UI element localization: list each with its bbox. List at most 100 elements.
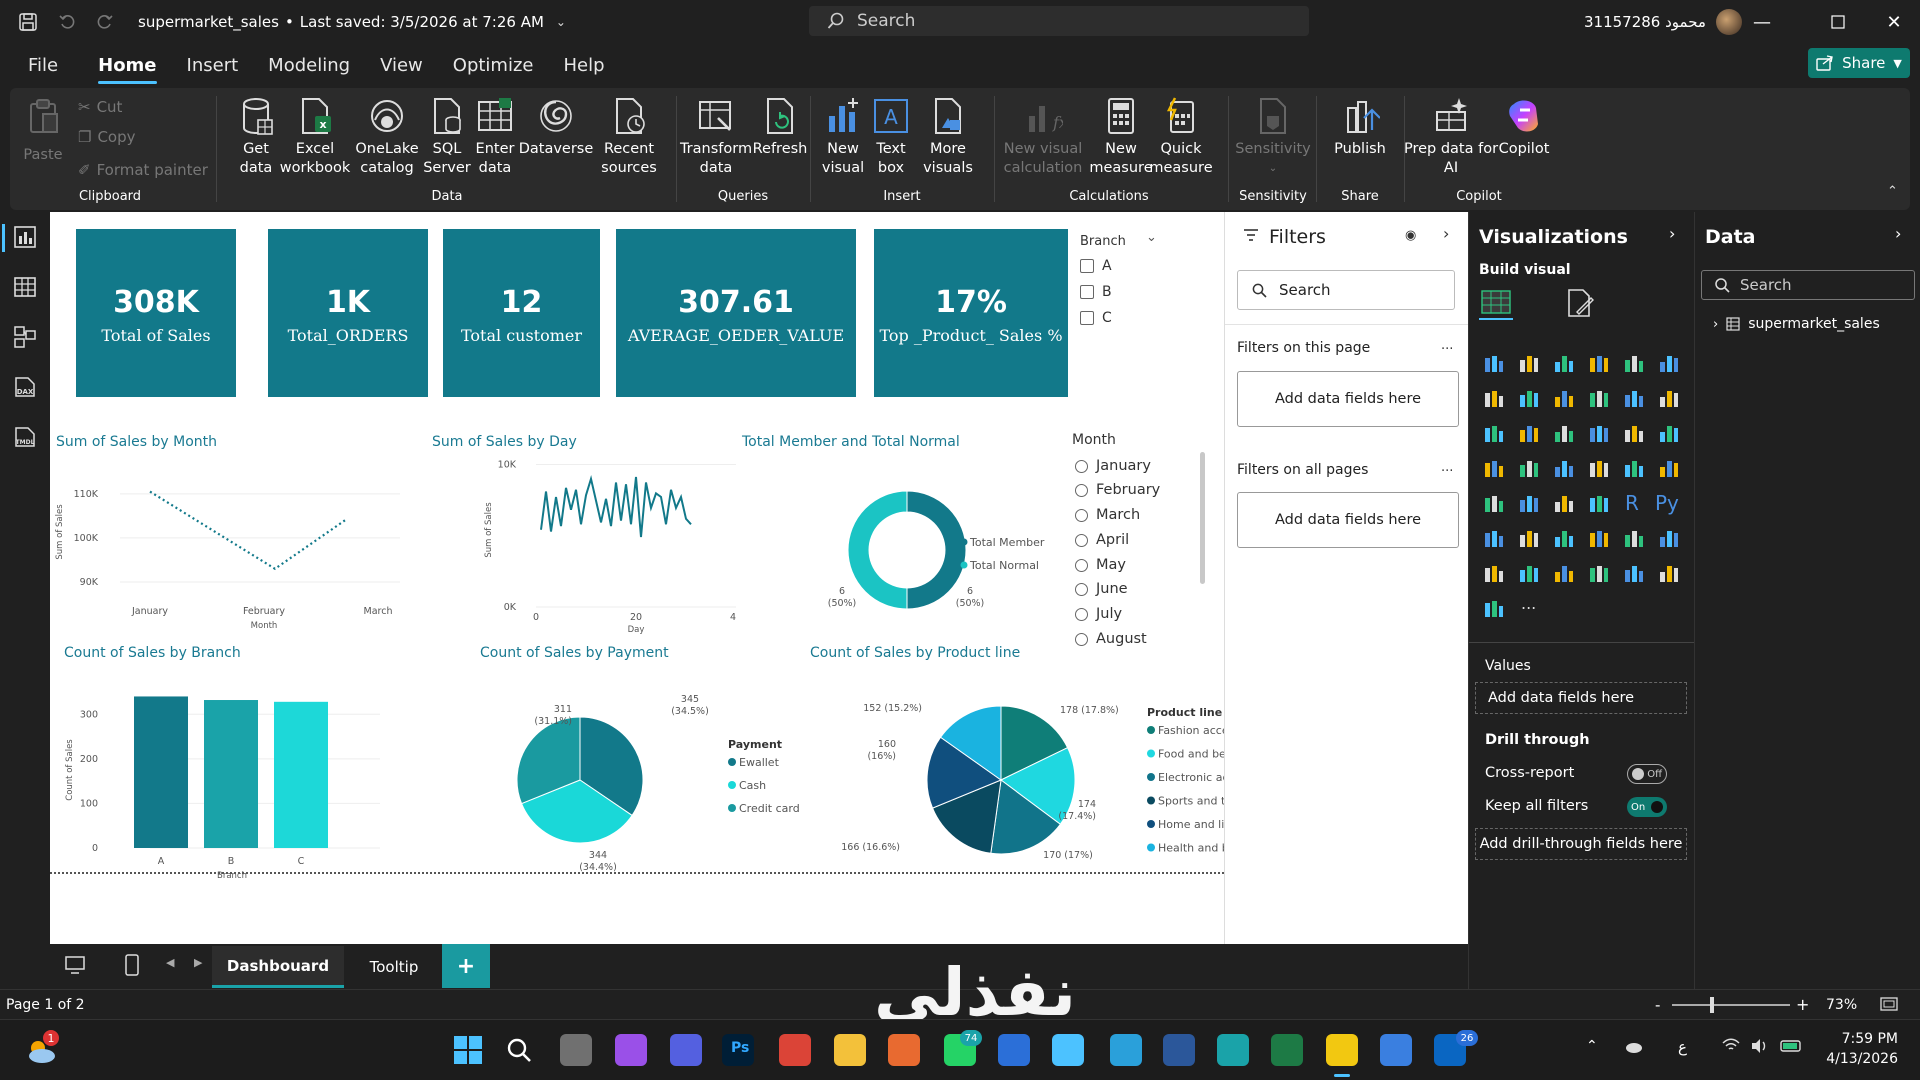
viz-scatter-icon[interactable]: [1588, 422, 1610, 444]
sensitivity-button[interactable]: Sensitivity ⌄: [1235, 96, 1311, 178]
viz-narrative-icon[interactable]: [1588, 527, 1610, 549]
add-page-button[interactable]: +: [442, 944, 490, 988]
keep-filters-toggle[interactable]: On: [1627, 797, 1667, 817]
menu-view[interactable]: View: [380, 47, 423, 84]
chrome-icon[interactable]: [779, 1034, 811, 1066]
viz-python-visual[interactable]: Py: [1655, 491, 1679, 515]
new-measure-button[interactable]: New measure: [1089, 96, 1153, 178]
enter-data-button[interactable]: Enter data: [470, 96, 520, 178]
azure-data-studio-icon[interactable]: [998, 1034, 1030, 1066]
dax-query-view-icon[interactable]: DAX: [12, 374, 38, 400]
viz-paginated-icon[interactable]: [1658, 527, 1680, 549]
filters-page-drop-zone[interactable]: Add data fields here: [1237, 371, 1459, 427]
publish-button[interactable]: Publish: [1324, 96, 1396, 159]
viz-arcgis-icon[interactable]: [1553, 562, 1575, 584]
menu-help[interactable]: Help: [564, 47, 605, 84]
viz-qna-icon[interactable]: [1553, 527, 1575, 549]
chevron-right-icon[interactable]: ›: [1713, 317, 1718, 332]
chart-sales-by-day[interactable]: 10K 0K 0 20 40 Day Sum of Sales: [426, 452, 736, 640]
viz-ribbon-chart-icon[interactable]: [1483, 422, 1505, 444]
viz-gauge-icon[interactable]: [1623, 457, 1645, 479]
collapse-data-icon[interactable]: ›: [1895, 224, 1901, 243]
maximize-icon[interactable]: [1810, 0, 1866, 44]
filters-all-drop-zone[interactable]: Add data fields here: [1237, 492, 1459, 548]
month-option-august[interactable]: August: [1075, 631, 1147, 647]
calculator-icon[interactable]: [560, 1034, 592, 1066]
viz-decomposition-tree-icon[interactable]: [1518, 527, 1540, 549]
viz-line-chart-icon[interactable]: [1483, 387, 1505, 409]
viz-funnel-icon[interactable]: [1553, 422, 1575, 444]
kpi-card-total-orders[interactable]: 1K Total_ORDERS: [268, 229, 428, 397]
dataverse-button[interactable]: Dataverse: [518, 96, 594, 159]
recent-sources-button[interactable]: Recent sources: [596, 96, 662, 178]
table-item[interactable]: › supermarket_sales: [1713, 316, 1880, 332]
photoshop-icon[interactable]: [722, 1034, 754, 1066]
microsoft-store-icon[interactable]: [1052, 1034, 1084, 1066]
more-options-icon[interactable]: ...: [1441, 460, 1453, 475]
viz-power-apps-icon[interactable]: [1483, 562, 1505, 584]
viz-waterfall-icon[interactable]: [1518, 422, 1540, 444]
viz-line-clustered-column-icon[interactable]: [1658, 387, 1680, 409]
viz-stacked-column-icon[interactable]: [1518, 352, 1540, 374]
next-page-icon[interactable]: ▶: [194, 956, 202, 969]
month-option-march[interactable]: March: [1075, 507, 1140, 523]
cloud-sync-icon[interactable]: [1624, 1038, 1644, 1054]
input-language[interactable]: ع: [1678, 1038, 1687, 1056]
excel-workbook-button[interactable]: x Excel workbook: [280, 96, 350, 178]
kpi-card-average-order-value[interactable]: 307.61 AVERAGE_OEDER_VALUE: [616, 229, 856, 397]
month-option-may[interactable]: May: [1075, 557, 1126, 573]
viz-donut-icon[interactable]: [1658, 422, 1680, 444]
radio-button[interactable]: [1075, 607, 1088, 621]
kpi-card-total-sales[interactable]: 308K Total of Sales: [76, 229, 236, 397]
get-data-button[interactable]: Get data: [228, 96, 284, 178]
viz-card-new-icon[interactable]: [1658, 457, 1680, 479]
zoom-slider-thumb[interactable]: [1710, 997, 1714, 1013]
copy-button[interactable]: ❐ Copy: [78, 128, 136, 146]
new-visual-button[interactable]: New visual: [818, 96, 868, 178]
viz-matrix-icon[interactable]: [1588, 492, 1610, 514]
viz-clustered-bar-icon[interactable]: [1553, 352, 1575, 374]
eye-icon[interactable]: ◉: [1405, 228, 1416, 243]
build-visual-tab[interactable]: [1479, 286, 1513, 320]
menu-modeling[interactable]: Modeling: [268, 47, 350, 84]
zoom-level[interactable]: 73%: [1826, 997, 1857, 1013]
viz-table-icon[interactable]: [1553, 492, 1575, 514]
viz-power-automate-flow-icon[interactable]: [1483, 597, 1505, 619]
refresh-button[interactable]: Refresh: [752, 96, 808, 159]
cross-report-toggle[interactable]: Off: [1627, 764, 1667, 784]
viz-stacked-bar-icon[interactable]: [1483, 352, 1505, 374]
radio-button[interactable]: [1075, 632, 1088, 646]
edge-icon[interactable]: [1217, 1034, 1249, 1066]
checkbox[interactable]: [1080, 285, 1094, 299]
tab-dashbouard[interactable]: Dashbouard: [212, 946, 344, 988]
checkbox[interactable]: [1080, 311, 1094, 325]
fit-to-page-icon[interactable]: [1880, 996, 1898, 1012]
values-drop-zone[interactable]: Add data fields here: [1475, 682, 1687, 714]
viz-stacked-area-icon[interactable]: [1553, 387, 1575, 409]
chart-sales-by-payment[interactable]: 345 (34.5%) 344 (34.4%) 311 (31.1%) Payment Ewa…: [450, 664, 810, 884]
report-view-icon[interactable]: [12, 224, 38, 250]
viz-treemap-icon[interactable]: [1483, 457, 1505, 479]
viz-card-icon[interactable]: [1623, 562, 1645, 584]
viz-shape-icon[interactable]: [1658, 562, 1680, 584]
mobile-layout-icon[interactable]: [124, 954, 140, 976]
clock-date[interactable]: 4/13/2026: [1818, 1051, 1898, 1067]
collapse-ribbon-icon[interactable]: ⌃: [1887, 184, 1898, 199]
prep-data-button[interactable]: Prep data for AI: [1404, 96, 1498, 178]
azure-icon[interactable]: [1380, 1034, 1412, 1066]
kpi-card-total-customer[interactable]: 12 Total customer: [443, 229, 600, 397]
table-view-icon[interactable]: [12, 274, 38, 300]
data-search-box[interactable]: Search: [1701, 270, 1915, 300]
viz-slicer-icon[interactable]: [1518, 492, 1540, 514]
collapse-viz-icon[interactable]: ›: [1669, 224, 1675, 243]
checkbox[interactable]: [1080, 259, 1094, 273]
chart-sales-by-product[interactable]: 178 (17.8%)174 (17.4%)170 (17%)166 (16.6%…: [810, 664, 1224, 884]
tmdl-view-icon[interactable]: TMDL: [12, 424, 38, 450]
filters-search-box[interactable]: Search: [1237, 270, 1455, 310]
month-option-february[interactable]: February: [1075, 482, 1160, 498]
viz-kpi-icon[interactable]: [1483, 492, 1505, 514]
previous-page-icon[interactable]: ◀: [166, 956, 174, 969]
wifi-icon[interactable]: [1722, 1038, 1740, 1052]
redo-icon[interactable]: [86, 4, 122, 40]
branch-option-b[interactable]: B: [1080, 284, 1112, 300]
